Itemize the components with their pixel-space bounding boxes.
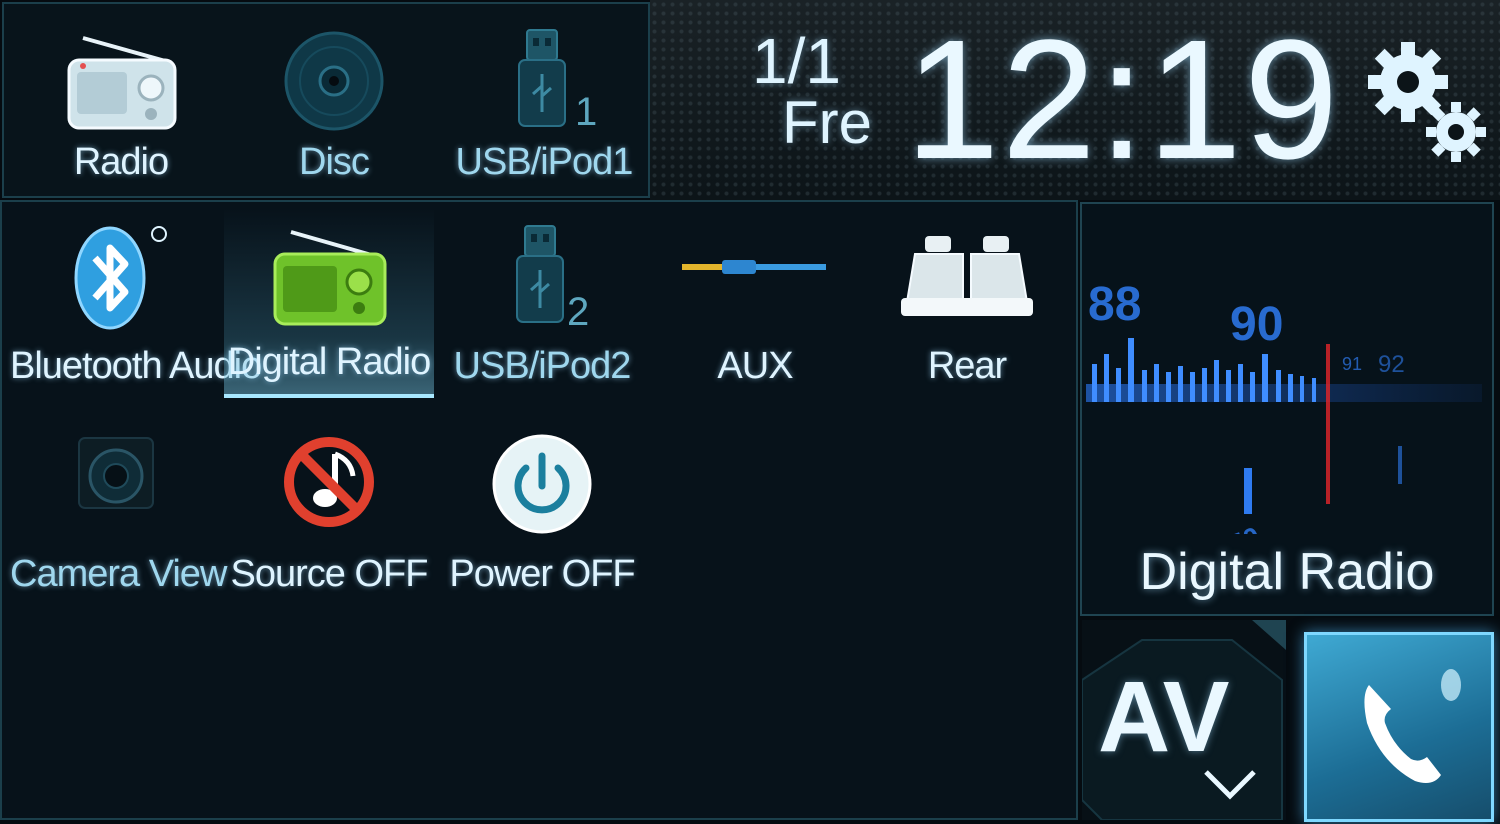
source-label: Power OFF [449,553,635,595]
source-rear[interactable]: Rear [862,208,1072,398]
current-source-preview[interactable]: 88 90 91 92 550 Digital Radio [1080,202,1494,616]
source-usb-ipod1[interactable]: 1 USB/iPod1 [439,4,649,194]
source-aux[interactable]: AUX [650,208,860,398]
phone-icon [1364,669,1461,783]
phone-button[interactable] [1304,632,1494,822]
source-camera-view[interactable]: Camera View [10,416,227,606]
gear-icon[interactable] [1360,36,1490,166]
radio-dial-graphic: 88 90 91 92 550 [1086,278,1482,534]
knob-label: 550 [1210,521,1265,534]
source-disc[interactable]: Disc [229,4,439,194]
dial-label: 92 [1378,351,1405,378]
digital-radio-icon [273,230,387,326]
date: 1/1 [752,25,841,97]
source-radio[interactable]: Radio [16,4,226,194]
av-button[interactable]: AV [1082,620,1286,820]
source-panel: Bluetooth Audio Digital Radio 2 USB/iPod… [0,200,1078,820]
source-label: Radio [73,141,169,183]
rear-seat-icon [901,236,1033,316]
current-source-title: Digital Radio [1139,543,1435,601]
source-bluetooth-audio[interactable]: Bluetooth Audio [10,208,262,398]
source-label: USB/iPod1 [455,141,634,183]
tuning-knob-stem [1244,468,1252,514]
dial-label: 90 [1230,298,1283,351]
camera-icon [78,437,154,509]
usb-port-number: 1 [575,90,598,134]
aux-cable-icon [682,260,826,274]
tuning-needle [1326,344,1330,504]
source-label: Rear [927,345,1007,387]
disc-icon [284,31,384,131]
dial-label: 88 [1088,278,1141,331]
top-source-panel: Radio Disc 1 USB/iPod1 [2,2,650,198]
power-icon [492,434,592,534]
bluetooth-icon [74,226,167,330]
source-label: Digital Radio [227,341,431,383]
source-usb-ipod2[interactable]: 2 USB/iPod2 [437,208,647,398]
chevron-down-icon [1204,770,1256,800]
weekday: Fre [782,89,872,156]
source-label: Bluetooth Audio [10,345,262,387]
source-power-off[interactable]: Power OFF [437,416,647,606]
source-off-icon [284,437,374,527]
clock: 12:19 [905,5,1341,195]
source-off[interactable]: Source OFF [224,416,434,606]
usb-port-number: 2 [567,290,590,334]
source-digital-radio[interactable]: Digital Radio [224,208,434,398]
source-label: AUX [717,345,793,387]
dial-label: 91 [1342,354,1362,374]
av-label: AV [1098,661,1230,773]
radio-icon [67,36,177,130]
source-label: Camera View [10,553,227,595]
date-display: 1/1 Fre [752,29,872,156]
source-label: Disc [299,141,370,183]
source-label: USB/iPod2 [453,345,632,387]
source-label: Source OFF [230,553,429,595]
